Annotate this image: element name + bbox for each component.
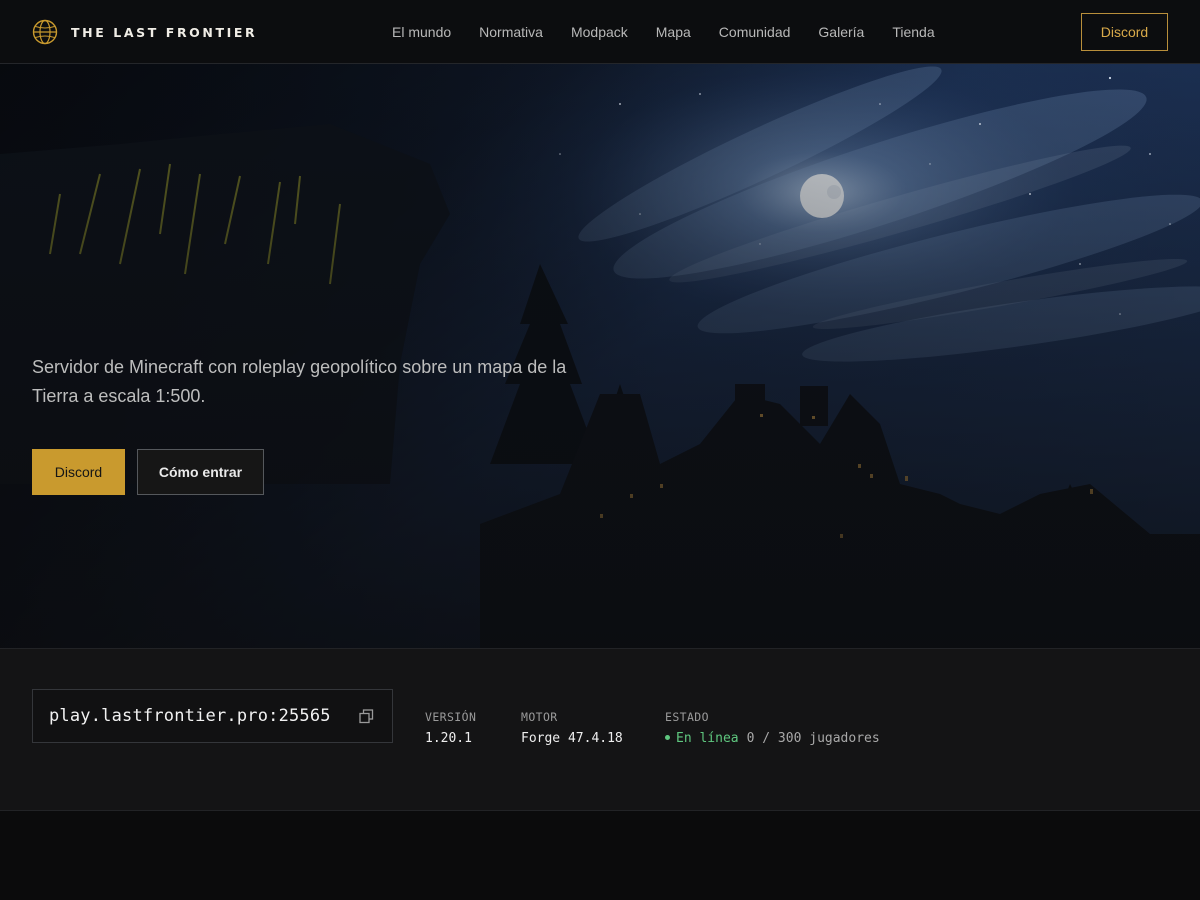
brand-name: THE LAST FRONTIER bbox=[71, 24, 258, 40]
server-address[interactable]: play.lastfrontier.pro:25565 bbox=[49, 706, 331, 726]
nav-item-el-mundo[interactable]: El mundo bbox=[378, 24, 465, 40]
status-label: ESTADO bbox=[665, 710, 709, 724]
globe-icon bbox=[32, 19, 58, 45]
how-to-join-button[interactable]: Cómo entrar bbox=[137, 449, 264, 495]
nav-item-tienda[interactable]: Tienda bbox=[878, 24, 948, 40]
top-nav: THE LAST FRONTIER El mundo Normativa Mod… bbox=[0, 0, 1200, 64]
version-label: VERSIÓN bbox=[425, 710, 477, 724]
nav-discord-button[interactable]: Discord bbox=[1081, 13, 1168, 51]
version-stat: VERSIÓN 1.20.1 bbox=[425, 710, 476, 746]
nav-item-mapa[interactable]: Mapa bbox=[642, 24, 705, 40]
hero-description: Servidor de Minecraft con roleplay geopo… bbox=[32, 357, 567, 406]
page-bottom bbox=[0, 811, 1200, 900]
nav-item-normativa[interactable]: Normativa bbox=[465, 24, 557, 40]
engine-stat: MOTOR Forge 47.4.18 bbox=[521, 710, 623, 746]
hero-discord-button[interactable]: Discord bbox=[32, 449, 125, 495]
version-value: 1.20.1 bbox=[425, 731, 472, 746]
brand[interactable]: THE LAST FRONTIER bbox=[32, 19, 257, 45]
server-address-box[interactable]: play.lastfrontier.pro:25565 bbox=[32, 689, 393, 743]
engine-value: Forge 47.4.18 bbox=[521, 731, 623, 746]
copy-icon[interactable] bbox=[359, 709, 374, 724]
status-state: En línea bbox=[676, 731, 739, 746]
nav-item-galeria[interactable]: Galería bbox=[804, 24, 878, 40]
status-stat: ESTADO En línea 0 / 300 jugadores bbox=[665, 710, 880, 746]
engine-label: MOTOR bbox=[521, 710, 558, 724]
status-value: En línea 0 / 300 jugadores bbox=[665, 731, 880, 746]
hero-section: Servidor de Minecraft con roleplay geopo… bbox=[0, 64, 1200, 648]
server-info-band: play.lastfrontier.pro:25565 VERSIÓN 1.20… bbox=[0, 648, 1200, 811]
status-online-dot bbox=[665, 735, 670, 740]
main-menu: El mundo Normativa Modpack Mapa Comunida… bbox=[378, 0, 949, 64]
player-count: 0 / 300 jugadores bbox=[746, 731, 880, 746]
nav-item-comunidad[interactable]: Comunidad bbox=[705, 24, 805, 40]
nav-item-modpack[interactable]: Modpack bbox=[557, 24, 642, 40]
